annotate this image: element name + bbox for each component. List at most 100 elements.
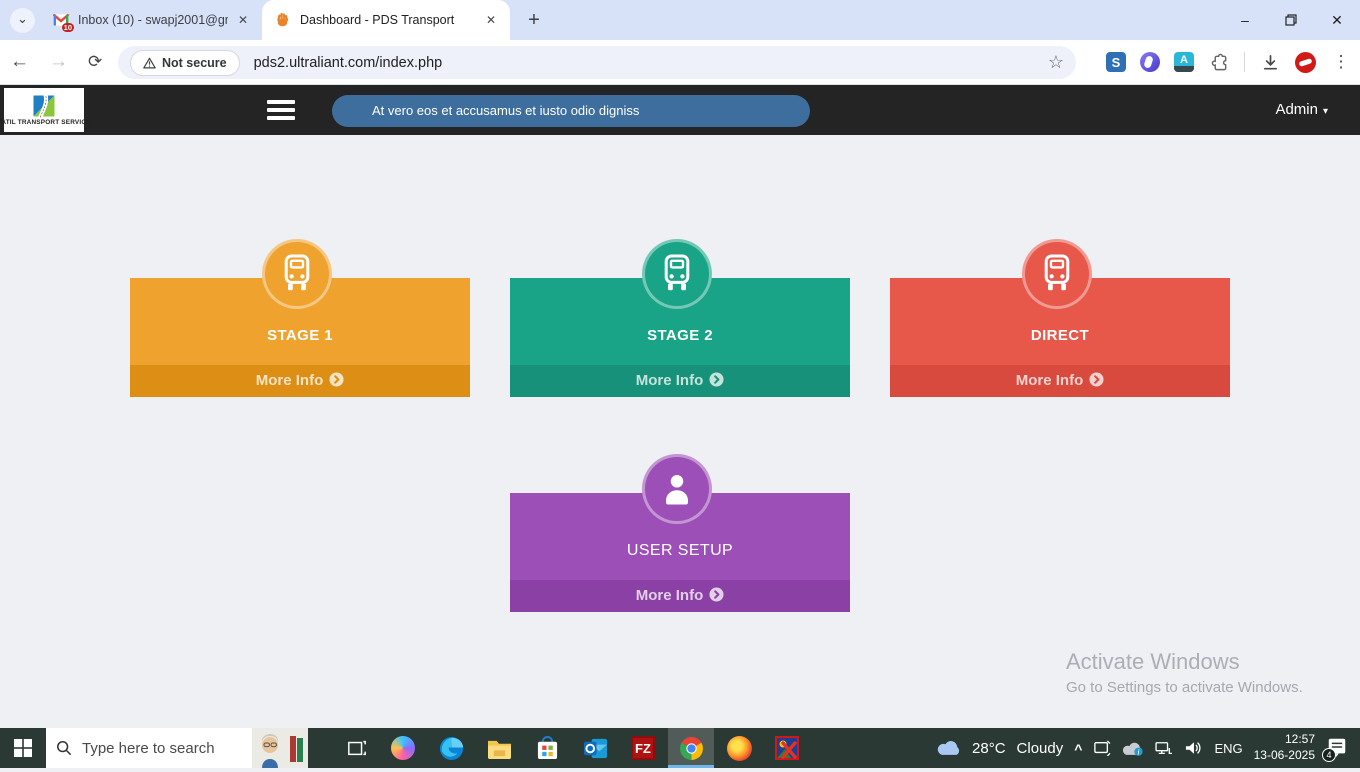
notice-banner[interactable]: At vero eos et accusamus et iusto odio d… <box>332 95 810 127</box>
activate-windows-watermark: Activate Windows Go to Settings to activ… <box>1066 649 1303 696</box>
window-minimize-button[interactable]: – <box>1222 0 1268 40</box>
file-explorer-icon <box>487 737 512 760</box>
firefox-icon <box>727 736 752 761</box>
arrow-circle-icon <box>709 582 724 614</box>
filezilla-icon: FZ <box>631 736 655 760</box>
clock-time: 12:57 <box>1254 732 1315 748</box>
extension-translate-icon[interactable]: A <box>1174 52 1194 72</box>
arrow-circle-icon <box>709 367 724 399</box>
onedrive-icon[interactable]: i <box>1122 741 1144 756</box>
more-info-link[interactable]: More Info <box>890 365 1230 397</box>
edge-button[interactable] <box>428 728 474 768</box>
windows-logo-icon <box>14 739 32 757</box>
arrow-circle-icon <box>1089 367 1104 399</box>
site-header: PATIL TRANSPORT SERVICE At vero eos et a… <box>0 85 1360 135</box>
chrome-icon <box>679 736 704 761</box>
file-explorer-button[interactable] <box>476 728 522 768</box>
notification-badge: 4 <box>1322 748 1336 762</box>
more-info-link[interactable]: More Info <box>130 365 470 397</box>
card-title: USER SETUP <box>510 542 850 560</box>
tray-expand-icon[interactable]: ^ <box>1074 741 1082 757</box>
tab-gmail[interactable]: 10 Inbox (10) - swapj2001@gmail.c ✕ <box>40 0 262 40</box>
task-view-button[interactable] <box>334 728 380 768</box>
windows-taskbar: Type here to search <box>0 728 1360 768</box>
tab-title: Inbox (10) - swapj2001@gmail.c <box>78 13 228 27</box>
system-tray: 28°C Cloudy ^ i ENG 12:57 13-06-2025 <box>937 732 1360 763</box>
back-icon[interactable]: ← <box>10 51 29 73</box>
firefox-button[interactable] <box>716 728 762 768</box>
extension-sider-icon[interactable] <box>1140 52 1160 72</box>
filezilla-button[interactable]: FZ <box>620 728 666 768</box>
extensions-puzzle-icon[interactable] <box>1208 51 1230 73</box>
downloads-icon[interactable] <box>1259 51 1281 73</box>
orange-hand-icon <box>274 11 292 29</box>
reload-icon[interactable]: ⟳ <box>88 52 102 72</box>
extension-s-icon[interactable]: S <box>1106 52 1126 72</box>
new-tab-button[interactable]: + <box>522 9 546 32</box>
card-title: STAGE 2 <box>510 327 850 344</box>
menu-hamburger-icon[interactable] <box>267 100 295 124</box>
toolbar-separator <box>1244 52 1245 72</box>
irfanview-icon <box>775 736 799 760</box>
admin-menu[interactable]: Admin▾ <box>1275 85 1328 137</box>
volume-icon[interactable] <box>1184 740 1203 756</box>
more-info-label: More Info <box>256 372 324 389</box>
language-indicator[interactable]: ENG <box>1214 741 1242 756</box>
url-text[interactable]: pds2.ultraliant.com/index.php <box>254 55 443 71</box>
tab-search-icon[interactable]: ⌄ <box>10 8 35 33</box>
window-close-button[interactable]: ✕ <box>1314 0 1360 40</box>
site-logo[interactable]: PATIL TRANSPORT SERVICE <box>4 88 84 132</box>
more-info-link[interactable]: More Info <box>510 365 850 397</box>
card-stage2: STAGE 2 More Info <box>510 239 850 397</box>
bus-icon <box>1022 239 1092 309</box>
card-title: DIRECT <box>890 327 1230 344</box>
microsoft-store-button[interactable] <box>524 728 570 768</box>
warning-icon <box>143 57 156 69</box>
gmail-icon: 10 <box>52 11 70 29</box>
watermark-title: Activate Windows <box>1066 649 1303 675</box>
address-bar[interactable]: Not secure pds2.ultraliant.com/index.php… <box>118 46 1076 79</box>
weather-condition[interactable]: Cloudy <box>1017 740 1064 757</box>
edge-icon <box>439 736 464 761</box>
clock-date: 13-06-2025 <box>1254 748 1315 764</box>
outlook-button[interactable] <box>572 728 618 768</box>
start-button[interactable] <box>0 728 46 768</box>
bus-icon <box>642 239 712 309</box>
chrome-button-active[interactable] <box>668 728 714 768</box>
window-controls: – ✕ <box>1222 0 1360 40</box>
card-title: STAGE 1 <box>130 327 470 344</box>
user-icon <box>642 454 712 524</box>
not-secure-chip[interactable]: Not secure <box>130 50 240 76</box>
tab-close-icon[interactable]: ✕ <box>236 11 250 29</box>
watermark-subtitle: Go to Settings to activate Windows. <box>1066 679 1303 696</box>
irfanview-button[interactable] <box>764 728 810 768</box>
network-icon[interactable] <box>1155 741 1173 756</box>
bookmark-star-icon[interactable]: ☆ <box>1048 52 1064 73</box>
taskbar-clock[interactable]: 12:57 13-06-2025 <box>1254 732 1315 763</box>
taskbar-search-input[interactable]: Type here to search <box>46 728 308 768</box>
browser-toolbar: ← → ⟳ Not secure pds2.ultraliant.com/ind… <box>0 40 1360 85</box>
copilot-button[interactable] <box>380 728 426 768</box>
browser-menu-icon[interactable]: ⋮ <box>1330 51 1352 73</box>
window-restore-button[interactable] <box>1268 0 1314 40</box>
admin-label: Admin <box>1275 101 1318 118</box>
arrow-circle-icon <box>329 367 344 399</box>
more-info-label: More Info <box>636 587 704 604</box>
store-icon <box>536 736 559 760</box>
card-user-setup: USER SETUP More Info <box>510 454 850 612</box>
extension-adobe-icon[interactable] <box>1295 52 1316 73</box>
svg-text:i: i <box>1138 749 1140 755</box>
more-info-link[interactable]: More Info <box>510 580 850 612</box>
notification-center-button[interactable]: 4 <box>1326 736 1350 760</box>
tab-close-icon[interactable]: ✕ <box>484 11 498 29</box>
screen-cast-icon[interactable] <box>1093 740 1111 756</box>
forward-icon[interactable]: → <box>49 51 68 73</box>
svg-text:FZ: FZ <box>635 741 651 756</box>
not-secure-label: Not secure <box>162 56 227 70</box>
tab-title: Dashboard - PDS Transport <box>300 13 476 27</box>
tab-dashboard[interactable]: Dashboard - PDS Transport ✕ <box>262 0 510 40</box>
gmail-unread-badge: 10 <box>62 23 74 32</box>
outlook-icon <box>583 737 608 760</box>
more-info-label: More Info <box>1016 372 1084 389</box>
weather-temp[interactable]: 28°C <box>972 740 1006 757</box>
